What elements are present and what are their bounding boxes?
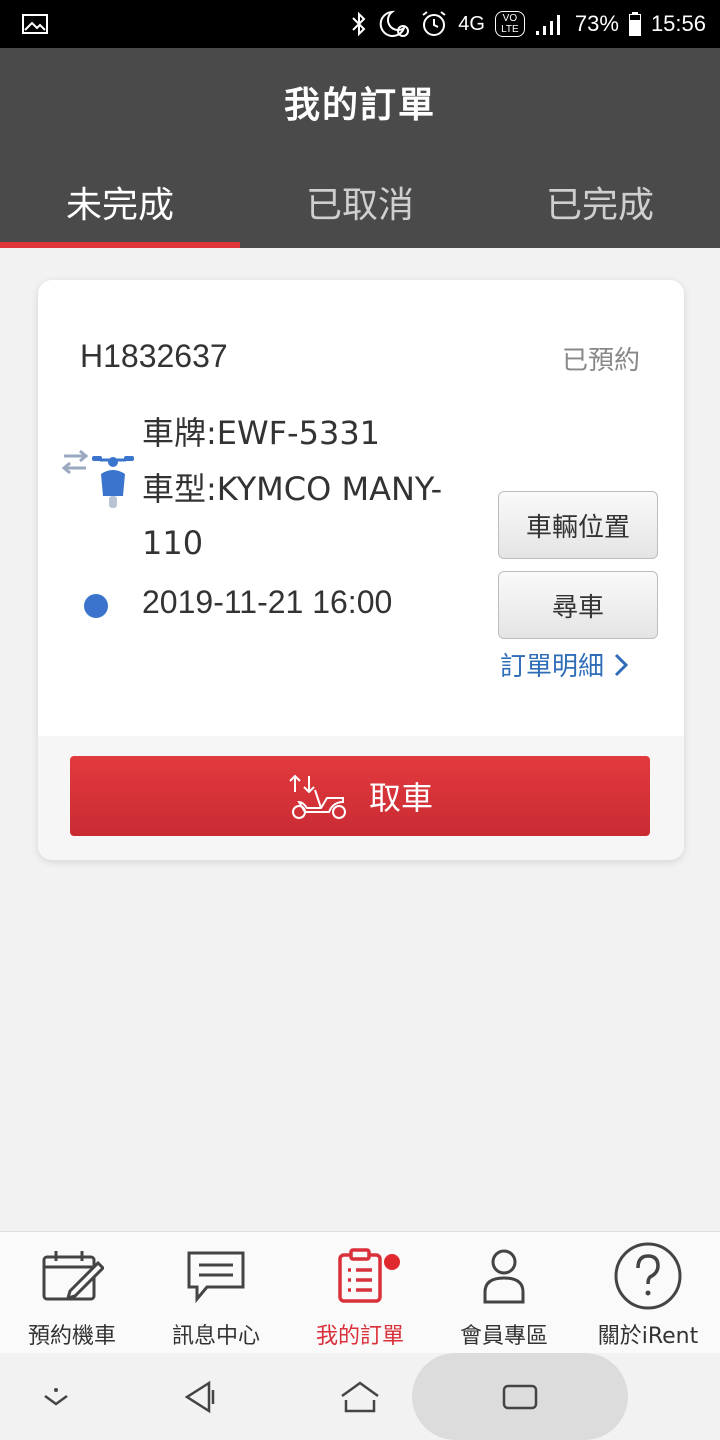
user-icon <box>483 1249 525 1304</box>
license-plate: 車牌:EWF-5331 <box>142 414 381 452</box>
status-bar: 4G VO LTE 73% 15:56 <box>0 0 720 48</box>
card-footer: 取車 <box>38 736 684 860</box>
order-id: H1832637 <box>80 338 228 374</box>
nav-label-orders: 我的訂單 <box>315 1324 404 1349</box>
recents-icon <box>502 1384 538 1409</box>
order-tabs: 未完成 已取消 已完成 <box>0 160 720 248</box>
clock: 15:56 <box>650 11 706 36</box>
pickup-label: 取車 <box>368 779 433 817</box>
calendar-edit-icon <box>42 1251 104 1301</box>
bluetooth-icon <box>352 11 366 37</box>
order-card: H1832637 已預約 車牌:EWF-5331 車型:KYMCO MANY-1… <box>38 280 684 860</box>
nav-label-messages: 訊息中心 <box>171 1324 260 1349</box>
page-title: 我的訂單 <box>283 85 436 126</box>
home-button[interactable] <box>330 1353 390 1440</box>
order-detail-link[interactable]: 訂單明細 <box>500 646 629 683</box>
find-vehicle-button[interactable]: 尋車 <box>498 571 658 639</box>
volte-indicator: VO LTE <box>494 11 525 37</box>
pickup-button[interactable]: 取車 <box>70 756 650 836</box>
back-triangle-icon <box>184 1380 215 1413</box>
order-status-badge: 已預約 <box>561 346 640 376</box>
tab-incomplete[interactable]: 未完成 <box>0 160 240 248</box>
alarm-icon <box>422 11 446 36</box>
scooter-pickup-icon <box>289 774 346 819</box>
question-icon <box>614 1242 682 1310</box>
recents-button[interactable] <box>490 1353 550 1440</box>
notification-badge <box>384 1254 400 1270</box>
gallery-notification-icon <box>22 14 48 34</box>
reservation-datetime: 2019-11-21 16:00 <box>142 584 393 620</box>
tab-completed[interactable]: 已完成 <box>480 160 720 248</box>
do-not-disturb-moon-icon <box>379 10 410 37</box>
hide-nav-button[interactable] <box>26 1353 86 1440</box>
back-button[interactable] <box>170 1353 230 1440</box>
nav-label-about: 關於iRent <box>597 1324 699 1349</box>
vehicle-location-button[interactable]: 車輛位置 <box>498 491 658 559</box>
bottom-nav: 預約機車 訊息中心 我的訂單 會員專區 關於iRent <box>0 1231 720 1353</box>
battery-icon <box>628 12 641 36</box>
network-type: 4G <box>458 12 485 35</box>
home-icon <box>341 1380 379 1412</box>
order-detail-label: 訂單明細 <box>500 652 605 682</box>
nav-member-area[interactable]: 會員專區 <box>432 1232 576 1353</box>
clipboard-icon <box>338 1248 382 1303</box>
nav-message-center[interactable]: 訊息中心 <box>144 1232 288 1353</box>
tab-cancelled[interactable]: 已取消 <box>240 160 480 248</box>
vehicle-model: 車型:KYMCO MANY-110 <box>142 470 443 562</box>
header: 我的訂單 未完成 已取消 已完成 <box>0 48 720 248</box>
chevron-right-icon <box>614 653 629 676</box>
scooter-swap-icon <box>61 449 134 508</box>
status-dot <box>84 594 108 618</box>
signal-icon <box>535 15 560 35</box>
chevron-down-icon <box>44 1387 68 1406</box>
chat-bubble-icon <box>187 1251 245 1303</box>
nav-label-member: 會員專區 <box>459 1324 548 1349</box>
battery-percent: 73% <box>574 11 619 36</box>
nav-label-reserve: 預約機車 <box>27 1324 116 1349</box>
nav-reserve-scooter[interactable]: 預約機車 <box>0 1232 144 1353</box>
nav-my-orders[interactable]: 我的訂單 <box>288 1232 432 1353</box>
nav-about-irent[interactable]: 關於iRent <box>576 1232 720 1353</box>
system-nav-bar <box>0 1353 720 1440</box>
